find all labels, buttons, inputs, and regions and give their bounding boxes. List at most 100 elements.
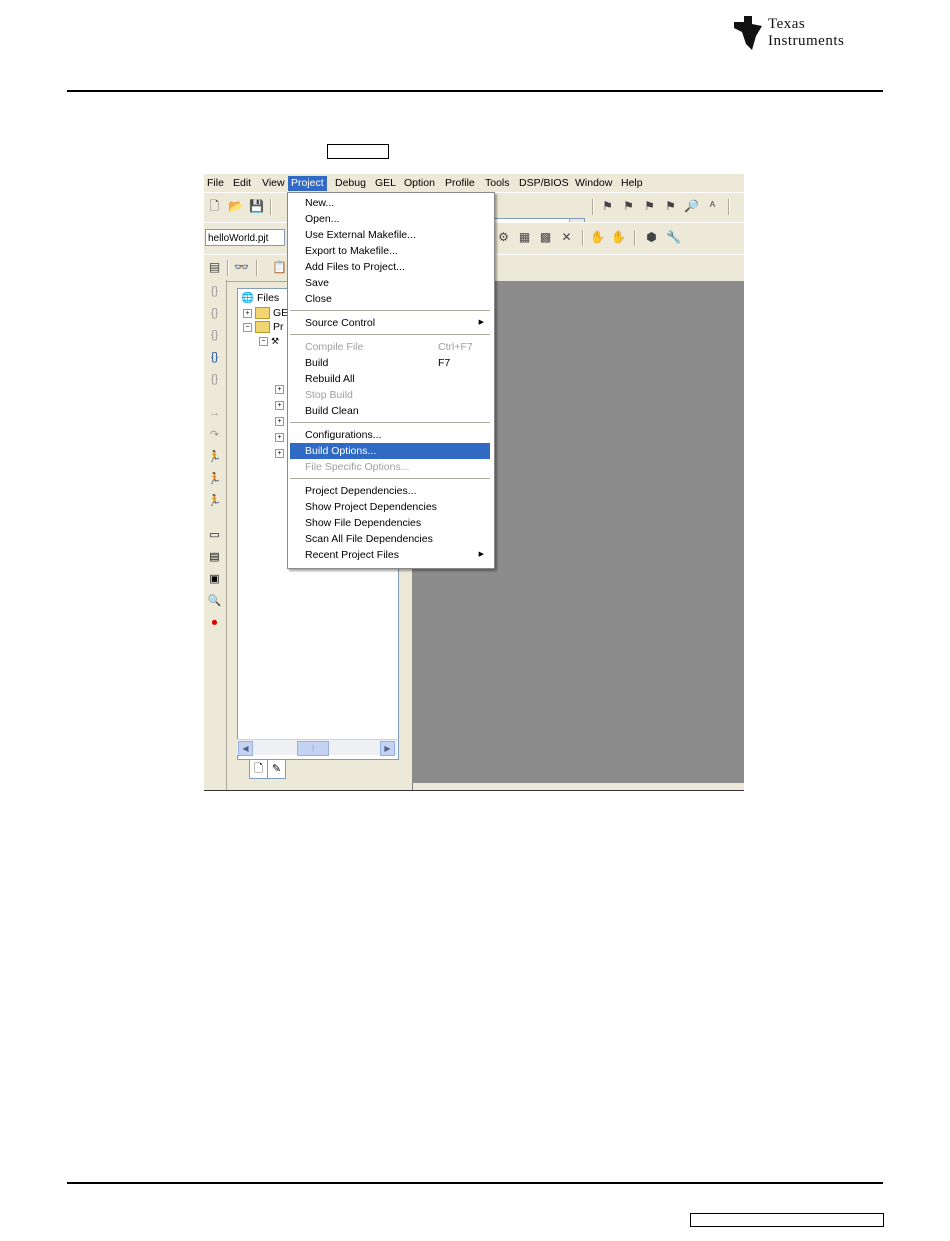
menu-item-label: Source Control	[305, 317, 376, 329]
project-menu-item-use-external-makefile[interactable]: Use External Makefile...	[290, 227, 490, 243]
menu-dsp-bios[interactable]: DSP/BIOS	[516, 176, 572, 191]
tree-row-child[interactable]: +	[275, 414, 287, 428]
wrench-icon[interactable]: 🔧	[666, 230, 681, 245]
step-into-icon[interactable]: {}	[207, 284, 222, 299]
project-menu-item-export-to-makefile[interactable]: Export to Makefile...	[290, 243, 490, 259]
hand-icon[interactable]: ✋	[590, 230, 605, 245]
project-menu-item-show-file-dependencies[interactable]: Show File Dependencies	[290, 515, 490, 531]
menu-project[interactable]: Project	[288, 176, 327, 191]
expand-icon[interactable]: +	[275, 432, 284, 442]
toggle-case-icon[interactable]: ᴬ	[705, 199, 720, 214]
tree-row-child[interactable]: +	[275, 398, 287, 412]
bookmark-clear-icon[interactable]: ⚑	[663, 199, 678, 214]
scroll-right-icon[interactable]: ▶	[380, 741, 395, 756]
menu-item-label: Recent Project Files	[305, 549, 399, 561]
expand-icon[interactable]: +	[275, 384, 284, 394]
menu-item-label: Close	[305, 293, 332, 305]
bookmarks-tab-icon[interactable]: ✎	[267, 759, 286, 779]
tree-horizontal-scrollbar[interactable]: ◀ ⦙ ▶	[237, 739, 397, 756]
asm-step-into-icon[interactable]: →	[207, 406, 222, 421]
asm-step-over-icon[interactable]: ↷	[207, 428, 222, 443]
watch-window-icon[interactable]: 🔍	[207, 594, 222, 609]
project-menu-item-open[interactable]: Open...	[290, 211, 490, 227]
menu-window[interactable]: Window	[572, 176, 615, 191]
menu-tools[interactable]: Tools	[482, 176, 513, 191]
register-window-icon[interactable]: ▭	[207, 528, 222, 543]
save-icon[interactable]: 💾	[249, 199, 264, 214]
project-menu-item-show-project-dependencies[interactable]: Show Project Dependencies	[290, 499, 490, 515]
bookmark-prev-icon[interactable]: ⚑	[642, 199, 657, 214]
project-menu-item-close[interactable]: Close	[290, 291, 490, 307]
project-menu-item-add-files-to-project[interactable]: Add Files to Project...	[290, 259, 490, 275]
tree-row-child[interactable]: +	[275, 430, 287, 444]
step-over-icon[interactable]: {}	[207, 306, 222, 321]
menu-item-label: Build	[305, 357, 329, 369]
project-menu-item-stop-build[interactable]: Stop Build	[290, 387, 490, 403]
clipboard-icon[interactable]: 📋	[272, 260, 287, 275]
step-out-icon[interactable]: {}	[207, 328, 222, 343]
tree-row-gel[interactable]: + GE	[243, 306, 288, 320]
tree-row-projects[interactable]: − Pr	[243, 320, 284, 334]
menu-profile[interactable]: Profile	[442, 176, 478, 191]
expand-icon[interactable]: +	[275, 416, 284, 426]
project-menu-item-new[interactable]: New...	[290, 195, 490, 211]
expand-icon[interactable]: +	[275, 400, 284, 410]
compile-icon[interactable]: ⚙	[496, 230, 511, 245]
open-folder-icon[interactable]: 📂	[228, 199, 243, 214]
project-menu-item-file-specific-options[interactable]: File Specific Options...	[290, 459, 490, 475]
rebuild-all-icon[interactable]: ▩	[538, 230, 553, 245]
menu-gel[interactable]: GEL	[372, 176, 399, 191]
project-menu-item-save[interactable]: Save	[290, 275, 490, 291]
project-menu-item-build[interactable]: Build F7	[290, 355, 490, 371]
menu-item-label: Save	[305, 277, 329, 289]
stop-build-icon[interactable]: ✕	[559, 230, 574, 245]
build-icon[interactable]: ▦	[517, 230, 532, 245]
watch-glasses-icon[interactable]: 👓	[234, 260, 249, 275]
project-menu-item-project-dependencies[interactable]: Project Dependencies...	[290, 483, 490, 499]
pane-tabs: 🗋 ✎	[249, 759, 289, 779]
project-menu-item-configurations[interactable]: Configurations...	[290, 427, 490, 443]
project-menu-item-build-options[interactable]: Build Options...	[290, 443, 490, 459]
project-menu-item-compile-file[interactable]: Compile File Ctrl+F7	[290, 339, 490, 355]
menu-debug[interactable]: Debug	[332, 176, 369, 191]
tree-row-project-file[interactable]: − ⚒	[259, 334, 279, 348]
tree-root-row[interactable]: 🌐 Files	[241, 291, 279, 305]
set-pc-icon[interactable]: {}	[207, 372, 222, 387]
expand-icon[interactable]: +	[275, 448, 284, 458]
project-menu-item-source-control[interactable]: Source Control ▶	[290, 315, 490, 331]
bookmark-icon[interactable]: ⚑	[600, 199, 615, 214]
collapse-icon[interactable]: −	[259, 336, 268, 346]
scroll-thumb[interactable]: ⦙	[297, 741, 329, 756]
halt-icon[interactable]: 🏃	[207, 472, 222, 487]
footer-placeholder-box	[690, 1213, 884, 1227]
menu-help[interactable]: Help	[618, 176, 646, 191]
disassembly-icon[interactable]: ▣	[207, 572, 222, 587]
breakpoint-hand-icon[interactable]: ✋	[611, 230, 626, 245]
find-in-files-icon[interactable]: 🔎	[684, 199, 699, 214]
memory-view-icon[interactable]: ▤	[207, 550, 222, 565]
bookmark-next-icon[interactable]: ⚑	[621, 199, 636, 214]
project-menu-item-scan-all-file-dependencies[interactable]: Scan All File Dependencies	[290, 531, 490, 547]
menu-edit[interactable]: Edit	[230, 176, 254, 191]
file-view-tab-icon[interactable]: 🗋	[249, 759, 268, 779]
animate-icon[interactable]: 🏃	[207, 494, 222, 509]
tree-row-child[interactable]: +	[275, 446, 287, 460]
scroll-left-icon[interactable]: ◀	[238, 741, 253, 756]
collapse-icon[interactable]: −	[243, 322, 252, 332]
run-to-cursor-icon[interactable]: {}	[207, 350, 222, 365]
expand-icon[interactable]: +	[243, 308, 252, 318]
hexagon-icon[interactable]: ⬢	[644, 230, 659, 245]
run-icon[interactable]: 🏃	[207, 450, 222, 465]
project-combo[interactable]: helloWorld.pjt	[205, 229, 285, 246]
new-file-icon[interactable]: 🗋	[207, 199, 222, 214]
menu-view[interactable]: View	[259, 176, 288, 191]
project-menu-item-build-clean[interactable]: Build Clean	[290, 403, 490, 419]
project-menu-item-rebuild-all[interactable]: Rebuild All	[290, 371, 490, 387]
menu-item-label: Configurations...	[305, 429, 382, 441]
memory-window-icon[interactable]: ▤	[207, 260, 222, 275]
project-menu-item-recent-project-files[interactable]: Recent Project Files ▶	[290, 547, 490, 563]
menu-option[interactable]: Option	[401, 176, 438, 191]
tree-row-child[interactable]: +	[275, 382, 287, 396]
menu-file[interactable]: File	[204, 176, 227, 191]
record-icon[interactable]: ⏺	[207, 616, 222, 631]
